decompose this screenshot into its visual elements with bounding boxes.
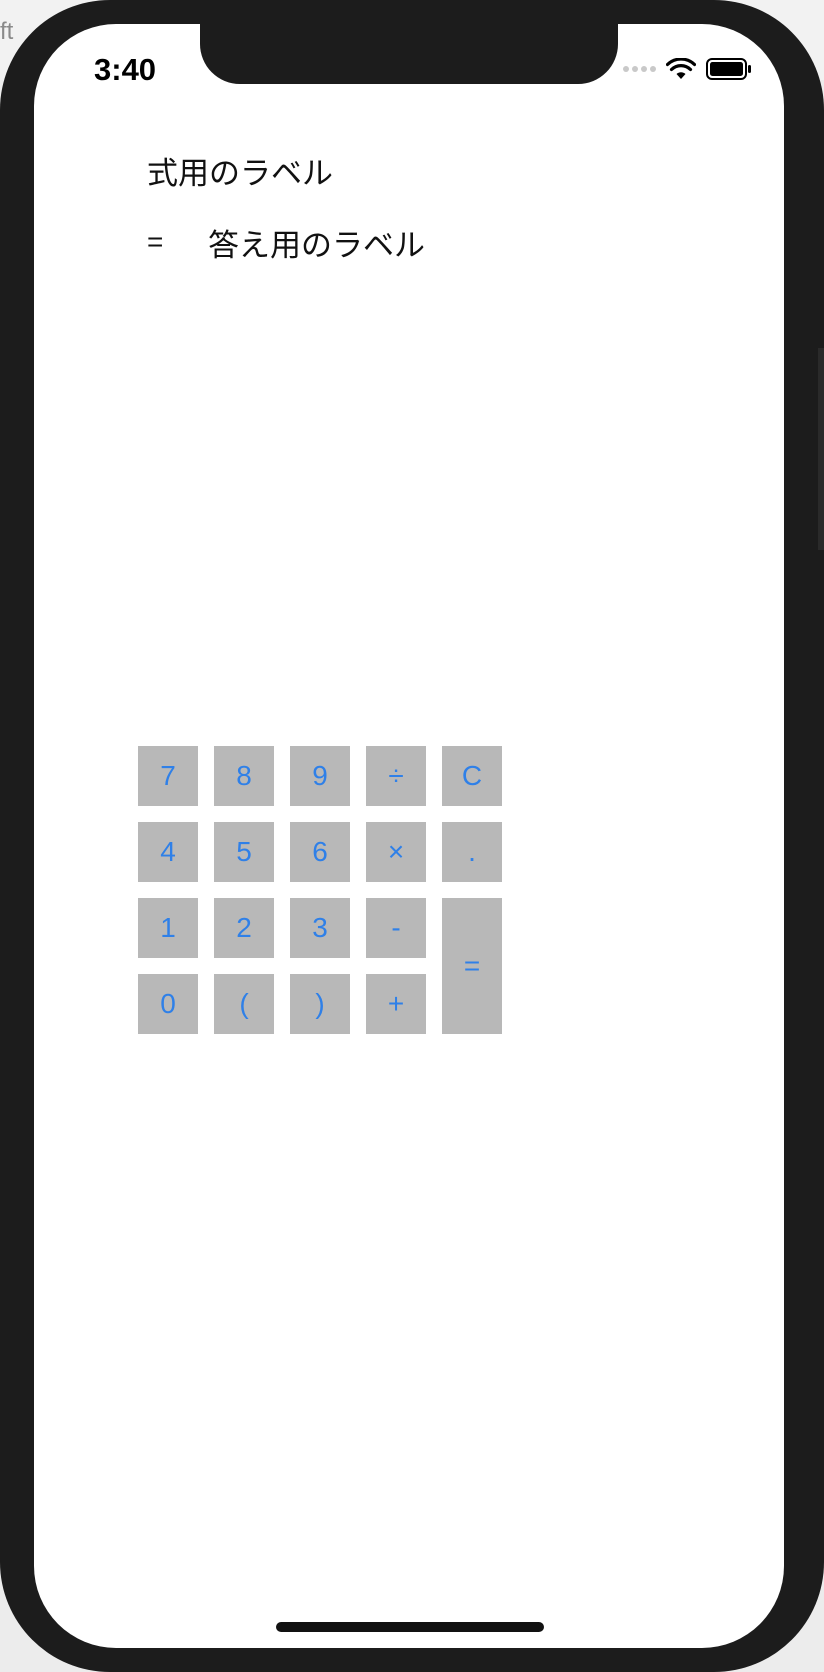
side-button (818, 348, 824, 550)
key-7[interactable]: 7 (138, 746, 198, 806)
background-window-text: ft (0, 18, 14, 45)
clear-button[interactable]: C (442, 746, 502, 806)
key-5[interactable]: 5 (214, 822, 274, 882)
plus-button[interactable]: + (366, 974, 426, 1034)
decimal-point-button[interactable]: . (442, 822, 502, 882)
key-6[interactable]: 6 (290, 822, 350, 882)
signal-dots-icon (623, 66, 656, 72)
equals-button[interactable]: = (442, 898, 502, 1034)
key-3[interactable]: 3 (290, 898, 350, 958)
home-indicator[interactable] (276, 1622, 544, 1632)
key-0[interactable]: 0 (138, 974, 198, 1034)
app-screen: 3:40 式用のラベル = 答え用のラベル 7 8 9 ÷ C 4 5 6 × … (34, 24, 784, 1648)
multiply-button[interactable]: × (366, 822, 426, 882)
right-paren-button[interactable]: ) (290, 974, 350, 1034)
battery-icon (706, 58, 751, 80)
key-4[interactable]: 4 (138, 822, 198, 882)
answer-label: 答え用のラベル (208, 228, 425, 264)
minus-button[interactable]: - (366, 898, 426, 958)
key-8[interactable]: 8 (214, 746, 274, 806)
left-paren-button[interactable]: ( (214, 974, 274, 1034)
status-icons (623, 58, 752, 80)
key-2[interactable]: 2 (214, 898, 274, 958)
equals-sign-label: = (147, 226, 164, 257)
expression-label: 式用のラベル (147, 156, 333, 192)
wifi-icon (666, 58, 696, 79)
status-time: 3:40 (94, 52, 157, 87)
divide-button[interactable]: ÷ (366, 746, 426, 806)
device-frame: 3:40 式用のラベル = 答え用のラベル 7 8 9 ÷ C 4 5 6 × … (0, 0, 824, 1672)
calculator-keypad: 7 8 9 ÷ C 4 5 6 × . 1 2 3 - = 0 ( ) + (138, 746, 502, 1034)
notch (200, 24, 618, 84)
key-1[interactable]: 1 (138, 898, 198, 958)
key-9[interactable]: 9 (290, 746, 350, 806)
